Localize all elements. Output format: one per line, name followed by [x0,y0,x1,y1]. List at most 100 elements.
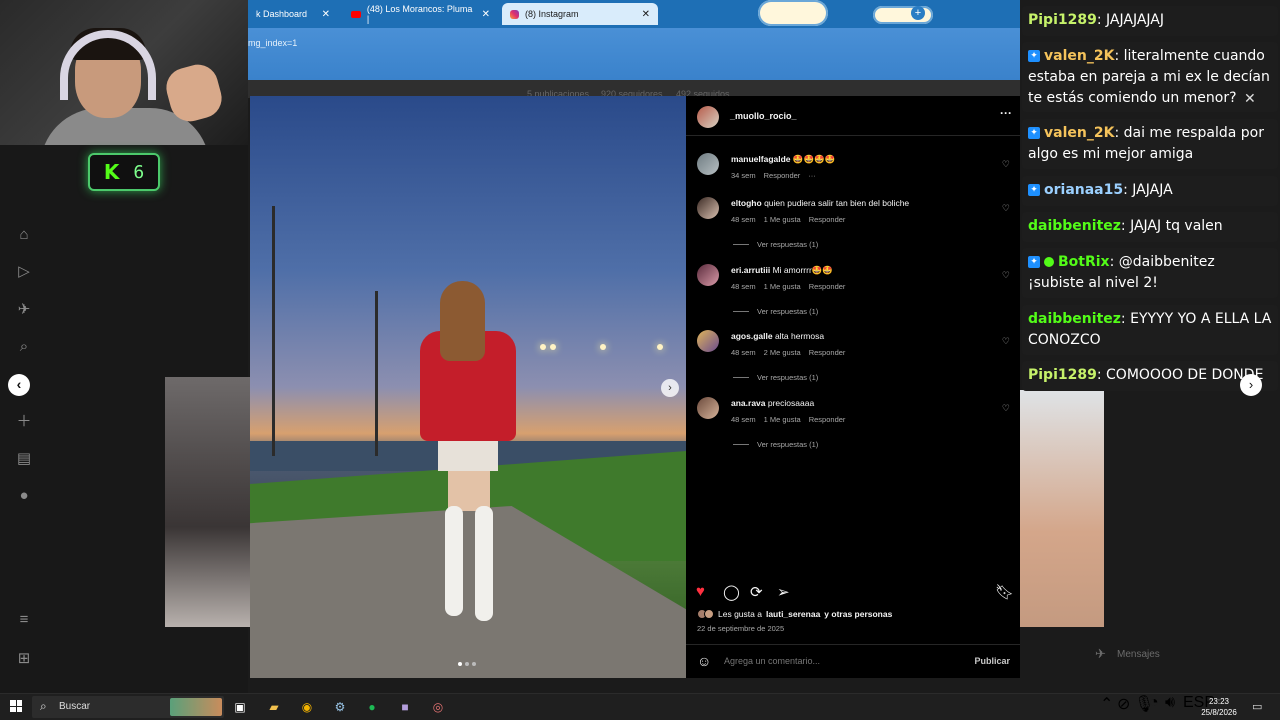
heart-icon[interactable]: ♡ [1002,403,1010,414]
close-icon[interactable]: ✕ [322,9,330,20]
avatar[interactable] [697,153,719,175]
comment-text: alta hermosa [774,331,825,341]
reels-icon[interactable]: ▷ [14,262,34,282]
comment-age: 34 sem [731,171,756,180]
comment-text: quien pudiera salir tan bien del boliche [764,198,910,208]
chrome-icon[interactable]: ◉ [296,697,318,717]
tab-youtube[interactable]: (48) Los Morancos: Pluma | ✕ [343,3,498,25]
home-icon[interactable]: ⌂ [14,225,34,245]
repost-icon[interactable]: ⟳ [750,583,763,601]
obs-icon[interactable]: ◎ [427,697,449,717]
like-heart-icon[interactable]: ♥ [696,583,705,600]
comment-likes[interactable]: 2 Me gusta [764,348,801,357]
taskbar-search[interactable]: ⌕ Buscar [32,696,224,718]
comment-user[interactable]: manuelfagalde [731,154,791,164]
reply-button[interactable]: Responder [764,171,801,180]
avatar[interactable] [697,330,719,352]
dashboard-icon[interactable]: ▤ [14,449,34,469]
chat-message: daibbenitez: EYYYY YO A ELLA LA CONOZCO [1022,305,1278,355]
close-icon[interactable]: ✕ [482,9,490,20]
file-explorer-icon[interactable]: ▰ [263,697,285,717]
messages-icon: ✈ [1095,646,1106,661]
notifications-icon[interactable]: ▭ [1252,700,1262,713]
avatar[interactable] [697,397,719,419]
search-icon[interactable]: ⌕ [14,337,34,357]
comment-text-line: eltogho quien pudiera salir tan bien del… [731,198,991,208]
chat-message: ✦ BotRix: @daibbenitez ¡subiste al nivel … [1022,248,1278,298]
comment-age: 48 sem [731,282,756,291]
address-bar[interactable]: mg_index=1 [248,28,1020,80]
create-icon[interactable]: ＋ [14,412,34,432]
person-boot [445,506,463,616]
avatar[interactable] [697,197,719,219]
messages-icon[interactable]: ✈ [14,300,34,320]
search-label: Buscar [59,701,91,712]
view-replies-button[interactable]: Ver respuestas (1) [733,440,818,449]
comment-input[interactable] [724,656,954,666]
heart-icon[interactable]: ♡ [1002,336,1010,347]
comment-likes[interactable]: 1 Me gusta [764,415,801,424]
task-view-icon[interactable]: ▣ [229,697,251,717]
comment-likes[interactable]: 1 Me gusta [764,282,801,291]
comment-user[interactable]: ana.rava [731,398,766,408]
youtube-icon [351,10,361,18]
clock-time: 23:23 [1208,697,1230,706]
more-options-icon[interactable]: ··· [1000,106,1012,120]
view-replies-button[interactable]: Ver respuestas (1) [733,240,818,249]
comment-text: Mi amorrrr🤩🤩 [772,265,833,275]
taskbar-clock[interactable]: 23:23 25/8/2026 [1200,696,1238,718]
comment-icon[interactable]: ◯ [723,583,740,601]
comment-age: 48 sem [731,415,756,424]
likes-suffix[interactable]: y otras personas [824,609,892,619]
post-header: _muollo_rocio_ ··· [686,96,1020,136]
instagram-icon [510,9,519,19]
save-bookmark-icon[interactable]: 🔖︎ [995,583,1014,601]
windows-start-icon[interactable] [10,700,22,712]
comment-more-icon[interactable]: ··· [808,171,816,180]
browser-tab-bar: k Dashboard ✕ (48) Los Morancos: Pluma |… [248,0,1020,28]
stream-chat-overlay: Pipi1289: JAJAJAJAJ ✦ valen_2K: literalme… [1020,0,1280,400]
previous-post-button[interactable]: ‹ [8,374,30,396]
reply-button[interactable]: Responder [809,348,846,357]
emoji-icon[interactable]: ☺ [697,653,711,669]
reply-button[interactable]: Responder [809,215,846,224]
chat-text: JAJAJAJAJ [1106,12,1164,28]
next-photo-button[interactable]: › [661,379,679,397]
chat-text: @daibbenitez ¡subiste al nivel 2! [1028,254,1215,291]
tab-label: k Dashboard [256,9,308,19]
comment-likes[interactable]: 1 Me gusta [764,215,801,224]
comment-user[interactable]: agos.galle [731,331,773,341]
publish-button[interactable]: Publicar [974,656,1010,666]
messages-dock[interactable]: ✈ Mensajes [1085,641,1255,667]
url-text: mg_index=1 [248,38,298,48]
heart-icon[interactable]: ♡ [1002,203,1010,214]
comment-meta: 48 sem 1 Me gusta Responder [731,215,845,224]
comment-user[interactable]: eltogho [731,198,762,208]
view-replies-button[interactable]: Ver respuestas (1) [733,307,818,316]
share-icon[interactable]: ➢ [777,583,790,601]
comment-meta: 48 sem 1 Me gusta Responder [731,282,845,291]
comment-user[interactable]: eri.arrutiii [731,265,770,275]
tab-instagram[interactable]: (8) Instagram ✕ [502,3,658,25]
spotify-icon[interactable]: ● [361,697,383,717]
liked-by-user[interactable]: lauti_serenaa [766,609,820,619]
next-post-button[interactable]: › [1240,374,1262,396]
tab-dashboard[interactable]: k Dashboard ✕ [248,3,338,25]
heart-icon[interactable]: ♡ [1002,270,1010,281]
close-icon[interactable]: ✕ [642,9,650,20]
avatar[interactable] [697,106,719,128]
reply-button[interactable]: Responder [809,282,846,291]
apps-icon[interactable]: ⊞ [14,649,34,669]
reply-button[interactable]: Responder [809,415,846,424]
close-icon[interactable]: ✕ [1244,90,1256,107]
heart-icon[interactable]: ♡ [1002,159,1010,170]
view-replies-button[interactable]: Ver respuestas (1) [733,373,818,382]
profile-icon[interactable]: ● [14,486,34,506]
avatar[interactable] [697,264,719,286]
steam-icon[interactable]: ⚙ [329,697,351,717]
menu-icon[interactable]: ≡ [14,610,34,630]
premiere-icon[interactable]: ■ [394,697,416,717]
new-tab-button[interactable]: + [911,6,925,20]
comment-text: preciosaaaa [767,398,815,408]
post-author[interactable]: _muollo_rocio_ [730,111,797,121]
